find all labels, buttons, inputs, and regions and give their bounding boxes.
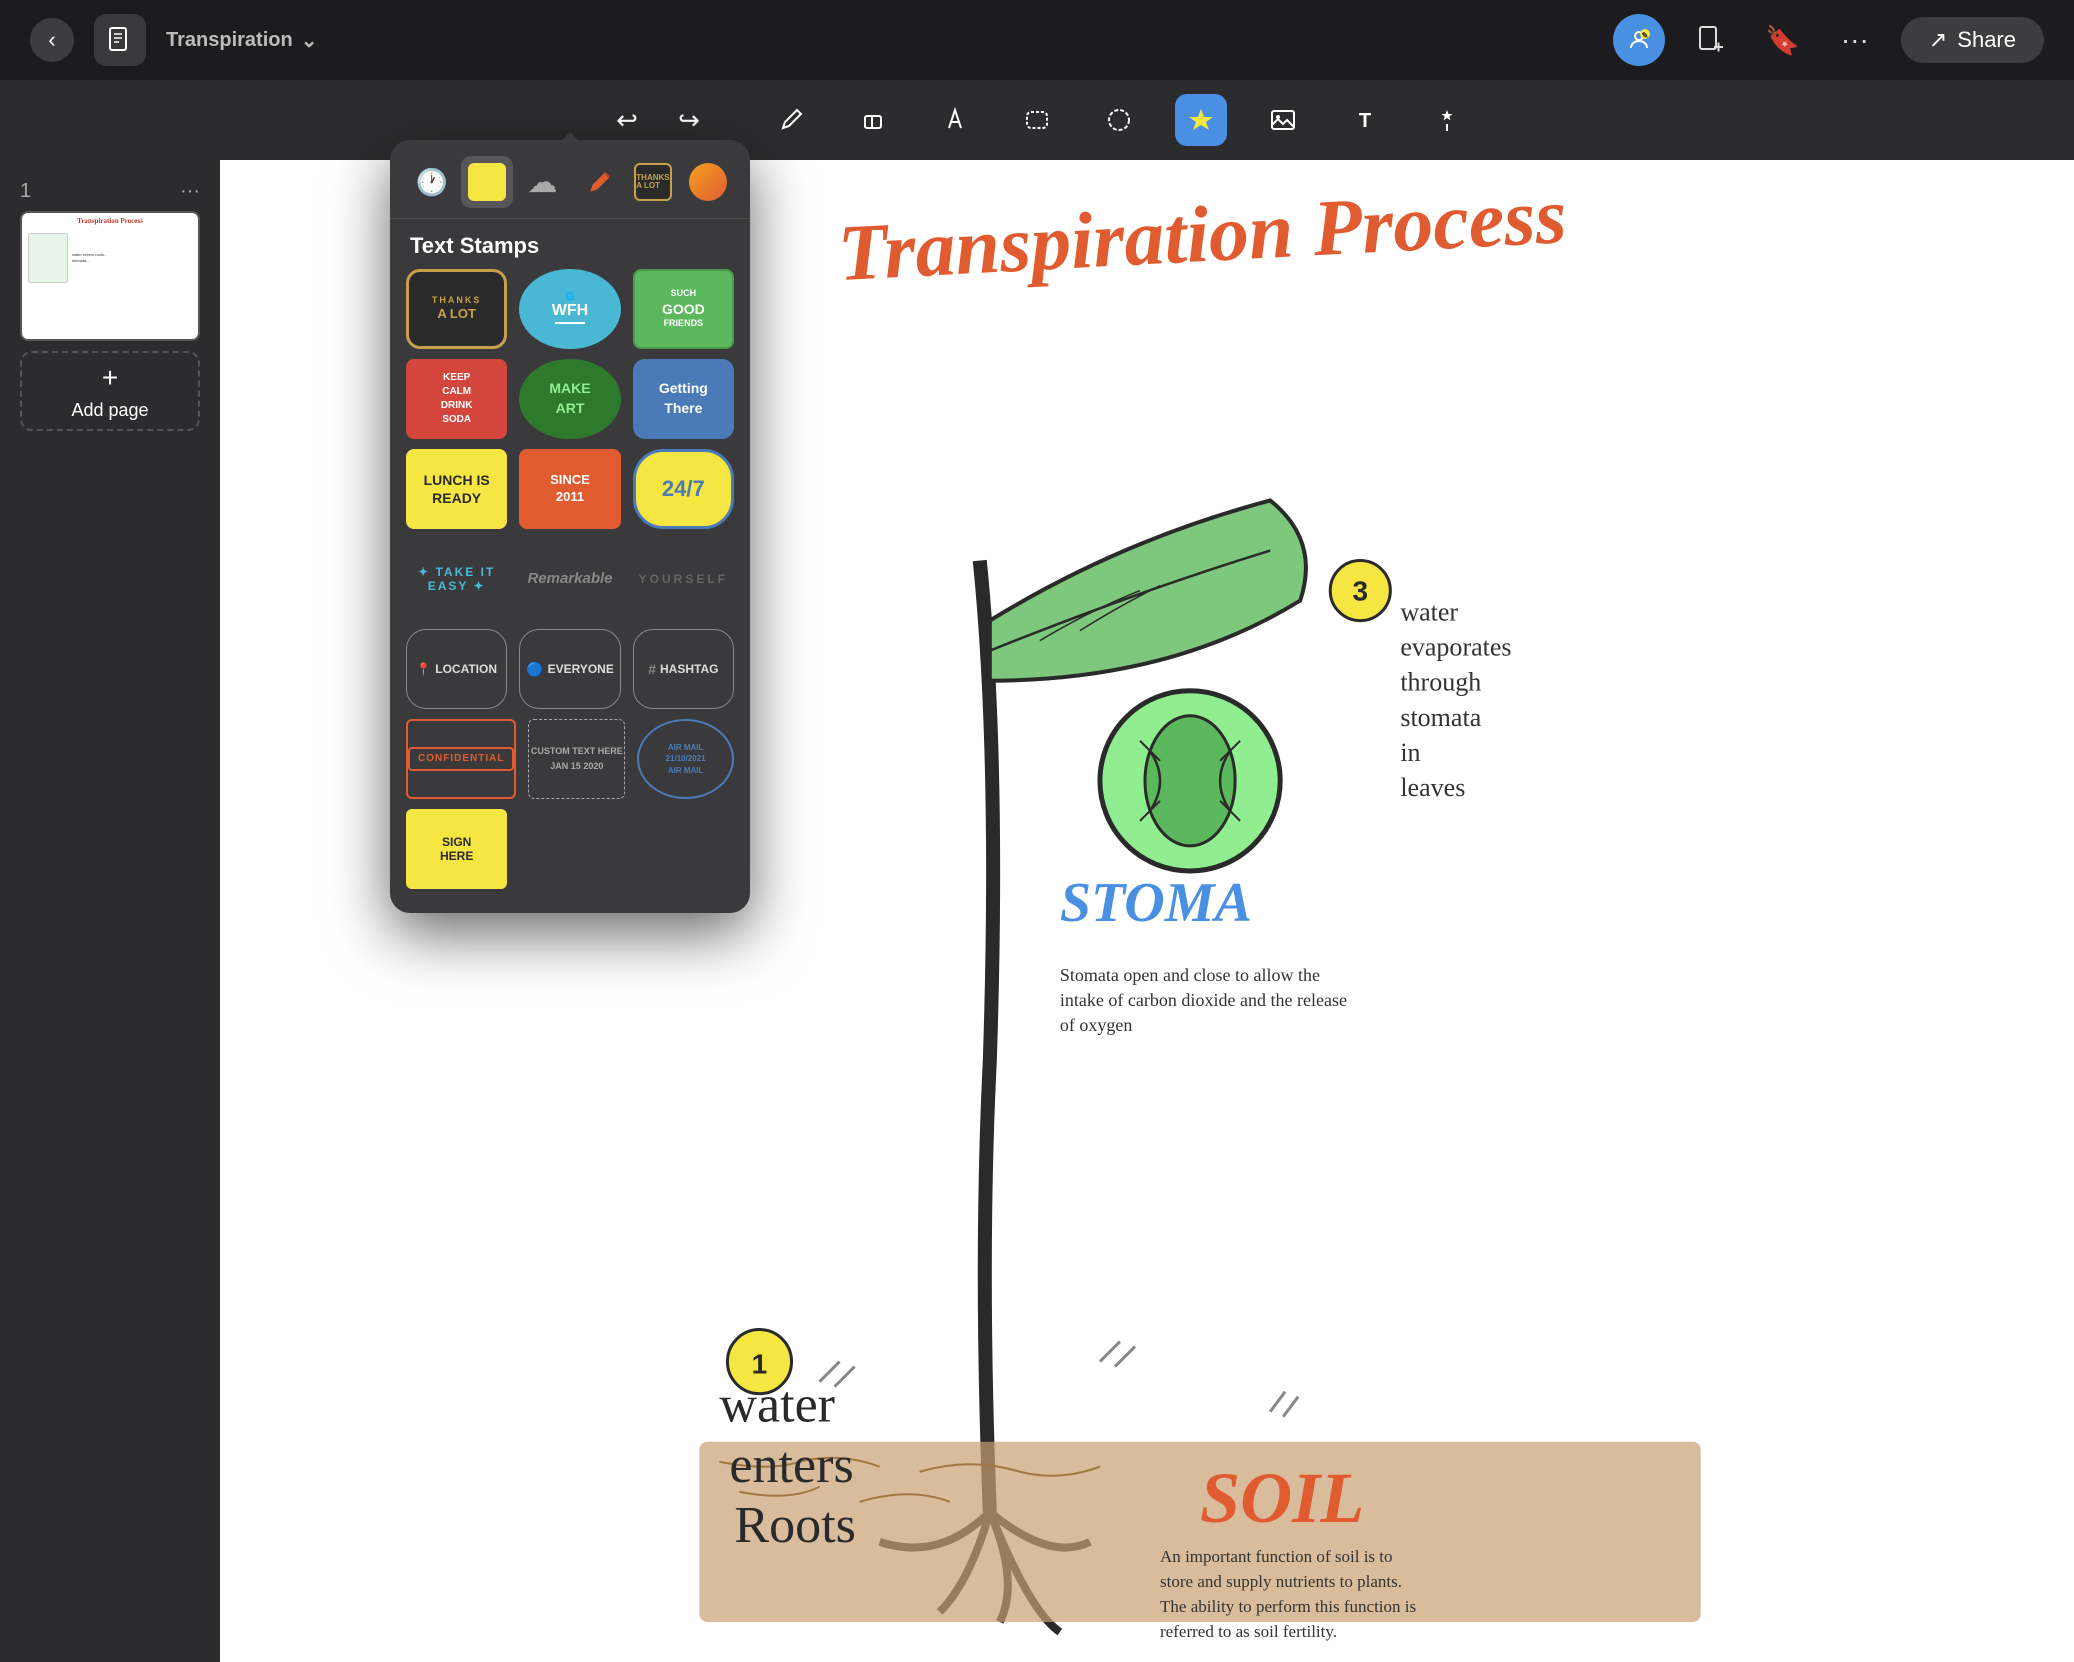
svg-text:1: 1 [752,1349,768,1380]
stamp-remarkable[interactable]: Remarkable [519,539,620,619]
eraser-tool[interactable] [847,94,899,146]
lasso-tool[interactable] [1011,94,1063,146]
stamp-take-it-easy[interactable]: ✦ TAKE IT EASY ✦ [406,539,507,619]
svg-text:stomata: stomata [1400,703,1481,732]
recent-tab[interactable]: 🕐 [406,156,457,208]
svg-text:An important function of soil: An important function of soil is to [1160,1547,1393,1566]
svg-text:evaporates: evaporates [1400,633,1511,662]
slide-thumbnail[interactable]: Transpiration Process water enters roots… [20,211,200,341]
pencil-tool[interactable] [765,94,817,146]
pen-tab[interactable] [572,156,623,208]
redo-button[interactable]: ↪ [663,94,715,146]
slide-number: 1 [20,180,31,203]
stamp-sign-here[interactable]: SIGNHERE [406,809,507,889]
svg-text:store and supply nutrients to: store and supply nutrients to plants. [1160,1572,1402,1591]
svg-text:through: through [1400,668,1481,697]
svg-text:Stomata open and close to allo: Stomata open and close to allow the [1060,965,1320,985]
document-icon [94,14,146,66]
stamps-row-5: 📍 LOCATION 🔵 EVERYONE # HASHTAG [390,629,750,719]
pen-tool[interactable] [929,94,981,146]
cloud-tab[interactable]: ☁ [517,156,568,208]
svg-text:of oxygen: of oxygen [1060,1015,1133,1035]
stamp-custom-text[interactable]: CUSTOM TEXT HERE JAN 15 2020 [528,719,625,799]
stamps-row-4: ✦ TAKE IT EASY ✦ Remarkable YOURSELF [390,539,750,629]
stamp-hashtag[interactable]: # HASHTAG [633,629,734,709]
panel-category-label: Text Stamps [390,219,750,269]
text-tool[interactable]: T [1339,94,1391,146]
stamp-confidential[interactable]: CONFIDENTIAL [406,719,516,799]
stamps-row-7: SIGNHERE [390,809,750,893]
svg-text:SOIL: SOIL [1200,1458,1364,1538]
stamp-such-good-friends[interactable]: SUCH GOOD FRIENDS [633,269,734,349]
stamps-row-6: CONFIDENTIAL CUSTOM TEXT HERE JAN 15 202… [390,719,750,809]
sticker-tool[interactable] [1175,94,1227,146]
stamp-make-art[interactable]: MAKEART [519,359,620,439]
magic-tool[interactable] [1421,94,1473,146]
stamp-since-2011[interactable]: SINCE2011 [519,449,620,529]
svg-text:✎: ✎ [1641,31,1648,40]
stamp-thanks-a-lot[interactable]: THANKS A LOT [406,269,507,349]
stamp-lunch-is-ready[interactable]: LUNCH ISREADY [406,449,507,529]
back-button[interactable]: ‹ [30,18,74,62]
stamps-row-3: LUNCH ISREADY SINCE2011 24/7 [390,449,750,539]
image-tool[interactable] [1257,94,1309,146]
slide-more-button[interactable]: ··· [180,180,200,203]
svg-text:3: 3 [1352,576,1368,607]
stamp-air-mail[interactable]: AIR MAIL21/10/2021AIR MAIL [637,719,734,799]
undo-redo-group: ↩ ↪ [601,94,715,146]
stamps-row-1: THANKS A LOT 🌐 WFH SUCH GOOD FRIENDS [390,269,750,359]
panel-tabs: 🕐 ☁ THANKSA LOT [390,140,750,219]
svg-text:T: T [1359,110,1371,132]
svg-text:Roots: Roots [734,1497,855,1554]
more-options-button[interactable]: ··· [1829,14,1881,66]
svg-text:water: water [719,1377,835,1434]
add-page-button[interactable]: + Add page [20,351,200,431]
thanks-tab[interactable]: THANKSA LOT [627,156,678,208]
stamp-247[interactable]: 24/7 [633,449,734,529]
undo-button[interactable]: ↩ [601,94,653,146]
pages-sidebar: 1 ··· Transpiration Process water enters… [0,160,220,1662]
document-title[interactable]: Transpiration ⌄ [166,28,317,53]
svg-text:in: in [1400,738,1420,767]
svg-text:leaves: leaves [1400,773,1465,802]
bookmark-button[interactable]: 🔖 [1757,14,1809,66]
svg-text:Transpiration Process: Transpiration Process [836,172,1569,298]
stamp-everyone[interactable]: 🔵 EVERYONE [519,629,620,709]
svg-text:water: water [1400,598,1458,627]
stamp-getting-there[interactable]: GettingThere [633,359,734,439]
stamp-yourself[interactable]: YOURSELF [633,539,734,619]
share-button[interactable]: ↗ Share [1901,17,2044,63]
svg-text:referred to as soil fertility.: referred to as soil fertility. [1160,1622,1337,1641]
top-bar: ‹ Transpiration ⌄ ✎ 🔖 ··· ↗ Share [0,0,2074,80]
svg-text:intake of carbon dioxide and t: intake of carbon dioxide and the release [1060,990,1347,1010]
orange-tab[interactable] [683,156,734,208]
yellow-tab[interactable] [461,156,512,208]
svg-text:The ability to perform this fu: The ability to perform this function is [1160,1597,1416,1616]
svg-text:STOMA: STOMA [1060,872,1252,934]
sticker-panel: 🕐 ☁ THANKSA LOT Text Stamps THANKS A LOT [390,140,750,913]
stamp-location[interactable]: 📍 LOCATION [406,629,507,709]
stamp-keep-calm[interactable]: KEEPCALMDRINKSODA [406,359,507,439]
drawing-toolbar: ↩ ↪ [0,80,2074,160]
stamp-wfh[interactable]: 🌐 WFH [519,269,620,349]
add-page-plus-icon: + [102,362,118,394]
stamps-row-2: KEEPCALMDRINKSODA MAKEART GettingThere [390,359,750,449]
add-page-button[interactable] [1685,14,1737,66]
user-avatar[interactable]: ✎ [1613,14,1665,66]
select-tool[interactable] [1093,94,1145,146]
svg-text:enters: enters [729,1437,853,1494]
